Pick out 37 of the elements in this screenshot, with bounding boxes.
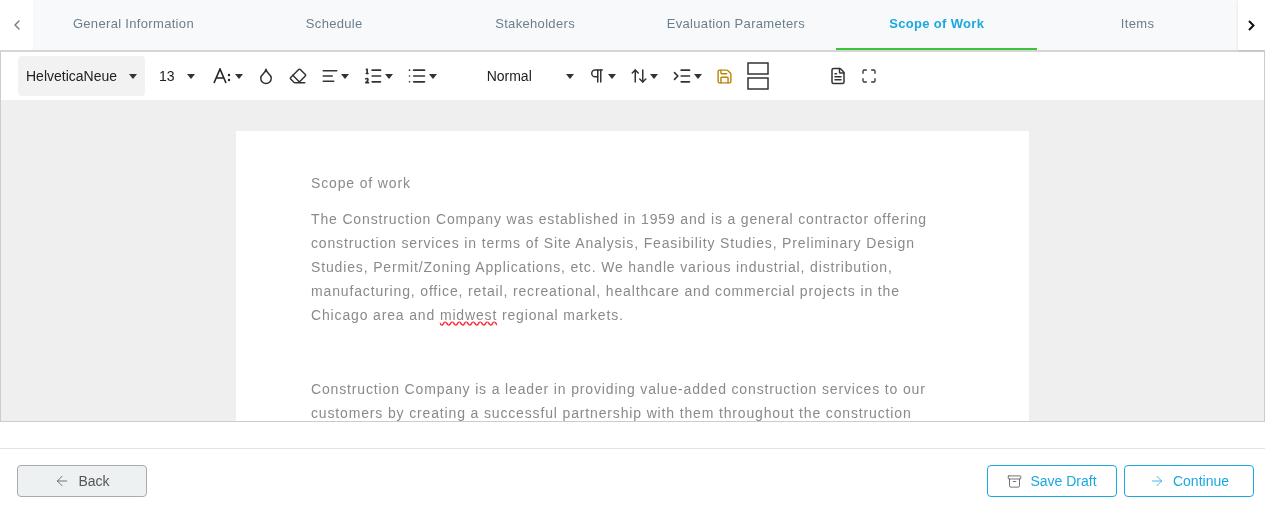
- document-paragraph: The Construction Company was established in 1959 and is a general contractor offering construction services in terms of Site Analysis, Feasibility Studies, Preliminary Design Studies, Permit/Zoning Applications, etc. We handle various industrial, distribution, manufacturing, office, retail, recreational, healthcare and commercial projects in the Chicago area and midwest regional markets.: [311, 210, 928, 325]
- caret-icon: [693, 73, 702, 79]
- save-icon: [715, 67, 733, 85]
- caret-icon: [607, 73, 616, 79]
- tab[interactable]: Scope of Work: [836, 0, 1038, 50]
- line-height-icon: [629, 67, 648, 85]
- tab[interactable]: Items: [1037, 0, 1238, 50]
- back-button[interactable]: Back: [17, 465, 147, 497]
- caret-icon: [428, 73, 437, 79]
- bullet-list-icon: [406, 66, 427, 86]
- document-heading: Scope of work: [311, 174, 412, 193]
- caret-icon: [565, 73, 574, 79]
- align-left-icon: [320, 67, 339, 85]
- caret-icon: [129, 73, 138, 79]
- document-paragraph: Construction Company is a leader in providing value-added construction services to our customers by creating a successful partnership with them throughout the construction: [311, 380, 927, 421]
- font-family-select[interactable]: HelveticaNeue: [18, 56, 146, 96]
- caret-icon: [649, 73, 658, 79]
- chevron-right-icon: [1248, 19, 1255, 31]
- paragraph-style-select[interactable]: Normal: [482, 65, 578, 87]
- caret-icon: [234, 73, 243, 79]
- caret-icon: [384, 73, 393, 79]
- pdf-file-icon: [828, 67, 847, 85]
- indent-icon: [671, 66, 692, 86]
- text-size-icon: [212, 68, 233, 84]
- scroll-right-button[interactable]: [1238, 0, 1265, 50]
- page-break-icon: [746, 62, 769, 90]
- tab[interactable]: Stakeholders: [434, 0, 636, 50]
- save-draft-button[interactable]: Save Draft: [987, 465, 1117, 497]
- fullscreen-icon: [860, 68, 877, 84]
- tab[interactable]: Schedule: [233, 0, 435, 50]
- caret-icon: [340, 73, 349, 79]
- ordered-list-icon: [362, 66, 383, 86]
- caret-icon: [186, 73, 195, 79]
- tab[interactable]: General Information: [33, 0, 234, 50]
- font-size-select[interactable]: 13: [151, 65, 203, 87]
- continue-button[interactable]: Continue: [1124, 465, 1254, 497]
- tab[interactable]: Evaluation Parameters: [635, 0, 837, 50]
